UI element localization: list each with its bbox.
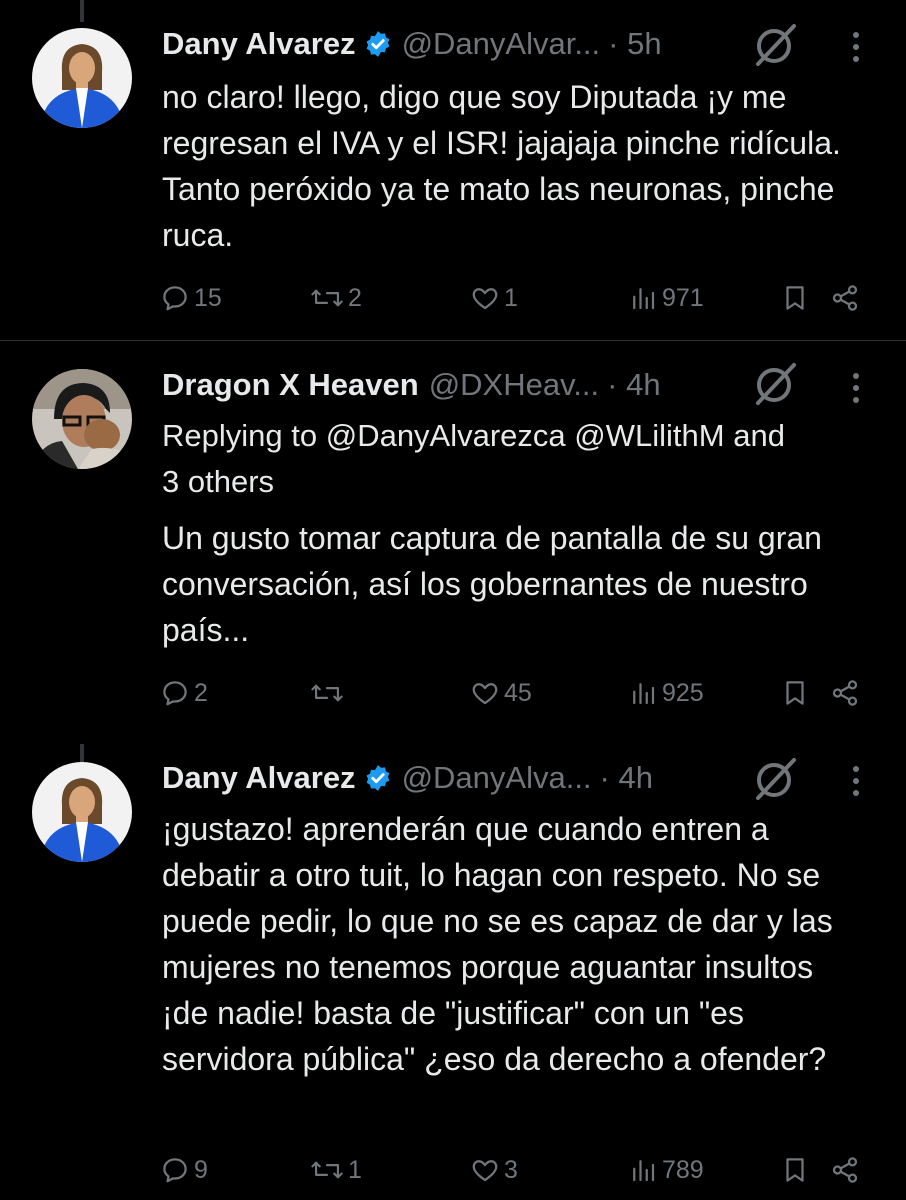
like-icon: [472, 1160, 498, 1182]
action-bar: 2 45 925: [160, 673, 880, 713]
avatar[interactable]: [32, 28, 132, 128]
like-count: 3: [504, 1155, 518, 1184]
views-button[interactable]: 925: [628, 673, 704, 713]
display-name[interactable]: Dany Alvarez: [162, 760, 356, 796]
reply-button[interactable]: 15: [160, 278, 222, 318]
user-handle[interactable]: @DanyAlvar...: [402, 26, 601, 62]
repost-button[interactable]: 2: [310, 278, 362, 318]
share-icon: [832, 285, 858, 311]
like-count: 45: [504, 678, 532, 707]
share-button[interactable]: [830, 1150, 864, 1190]
views-icon: [633, 1160, 655, 1182]
display-name[interactable]: Dragon X Heaven: [162, 367, 419, 403]
like-button[interactable]: 1: [470, 278, 518, 318]
repost-button[interactable]: 1: [310, 1150, 362, 1190]
tweet-text: ¡gustazo! aprenderán que cuando entren a…: [162, 811, 833, 1077]
repost-icon: [311, 684, 343, 702]
bookmark-button[interactable]: [780, 1150, 814, 1190]
bookmark-icon: [786, 286, 804, 310]
share-button[interactable]: [830, 673, 864, 713]
avatar[interactable]: [32, 762, 132, 862]
replying-to-mentions[interactable]: @DanyAlvarezca @WLilithM: [326, 418, 725, 453]
views-button[interactable]: 789: [628, 1150, 704, 1190]
verified-badge-icon: [364, 764, 392, 792]
tweet-text: Un gusto tomar captura de pantalla de su…: [162, 520, 822, 648]
repost-button[interactable]: [310, 673, 348, 713]
replying-to-prefix: Replying to: [162, 418, 318, 453]
like-button[interactable]: 45: [470, 673, 532, 713]
grok-icon[interactable]: [752, 361, 798, 407]
reply-count: 15: [194, 283, 222, 312]
tweet[interactable]: Dragon X Heaven @DXHeav... · 4h Replying…: [0, 340, 906, 745]
more-options-icon[interactable]: [846, 30, 866, 64]
reply-icon: [163, 1158, 187, 1183]
bookmark-button[interactable]: [780, 673, 814, 713]
like-icon: [472, 683, 498, 705]
repost-count: 1: [348, 1155, 362, 1184]
reply-icon: [163, 681, 187, 706]
reply-button[interactable]: 9: [160, 1150, 208, 1190]
tweet[interactable]: Dany Alvarez @DanyAlva... · 4h ¡gustazo!…: [0, 744, 906, 1200]
more-options-icon[interactable]: [846, 371, 866, 405]
bookmark-icon: [786, 1158, 804, 1182]
verified-badge-icon: [364, 30, 392, 58]
tweet-text: no claro! llego, digo que soy Diputada ¡…: [162, 79, 841, 253]
replying-to-suffix: and: [733, 418, 785, 453]
reply-button[interactable]: 2: [160, 673, 208, 713]
repost-icon: [311, 289, 343, 307]
reply-count: 2: [194, 678, 208, 707]
reply-icon: [163, 286, 187, 311]
share-icon: [832, 680, 858, 706]
replying-to: Replying to @DanyAlvarezca @WLilithM and…: [162, 413, 882, 505]
display-name[interactable]: Dany Alvarez: [162, 26, 356, 62]
like-button[interactable]: 3: [470, 1150, 518, 1190]
view-count: 789: [662, 1155, 704, 1184]
like-icon: [472, 288, 498, 310]
like-count: 1: [504, 283, 518, 312]
replying-to-others[interactable]: 3 others: [162, 464, 274, 499]
bookmark-button[interactable]: [780, 278, 814, 318]
views-icon: [633, 288, 655, 310]
reply-count: 9: [194, 1155, 208, 1184]
action-bar: 15 2 1 971: [160, 278, 880, 318]
view-count: 971: [662, 283, 704, 312]
grok-icon[interactable]: [752, 756, 798, 802]
views-icon: [633, 683, 655, 705]
action-bar: 9 1 3 789: [160, 1150, 880, 1190]
timestamp[interactable]: · 4h: [600, 760, 653, 796]
bookmark-icon: [786, 681, 804, 705]
view-count: 925: [662, 678, 704, 707]
share-icon: [832, 1157, 858, 1183]
grok-icon[interactable]: [752, 22, 798, 68]
user-handle[interactable]: @DanyAlva...: [402, 760, 592, 796]
avatar[interactable]: [32, 369, 132, 469]
user-handle[interactable]: @DXHeav...: [429, 367, 599, 403]
more-options-icon[interactable]: [846, 764, 866, 798]
timestamp[interactable]: · 4h: [607, 367, 660, 403]
share-button[interactable]: [830, 278, 864, 318]
views-button[interactable]: 971: [628, 278, 704, 318]
repost-count: 2: [348, 283, 362, 312]
repost-icon: [311, 1161, 343, 1179]
tweet[interactable]: Dany Alvarez @DanyAlvar... · 5h no claro…: [0, 0, 906, 340]
timestamp[interactable]: · 5h: [608, 26, 661, 62]
